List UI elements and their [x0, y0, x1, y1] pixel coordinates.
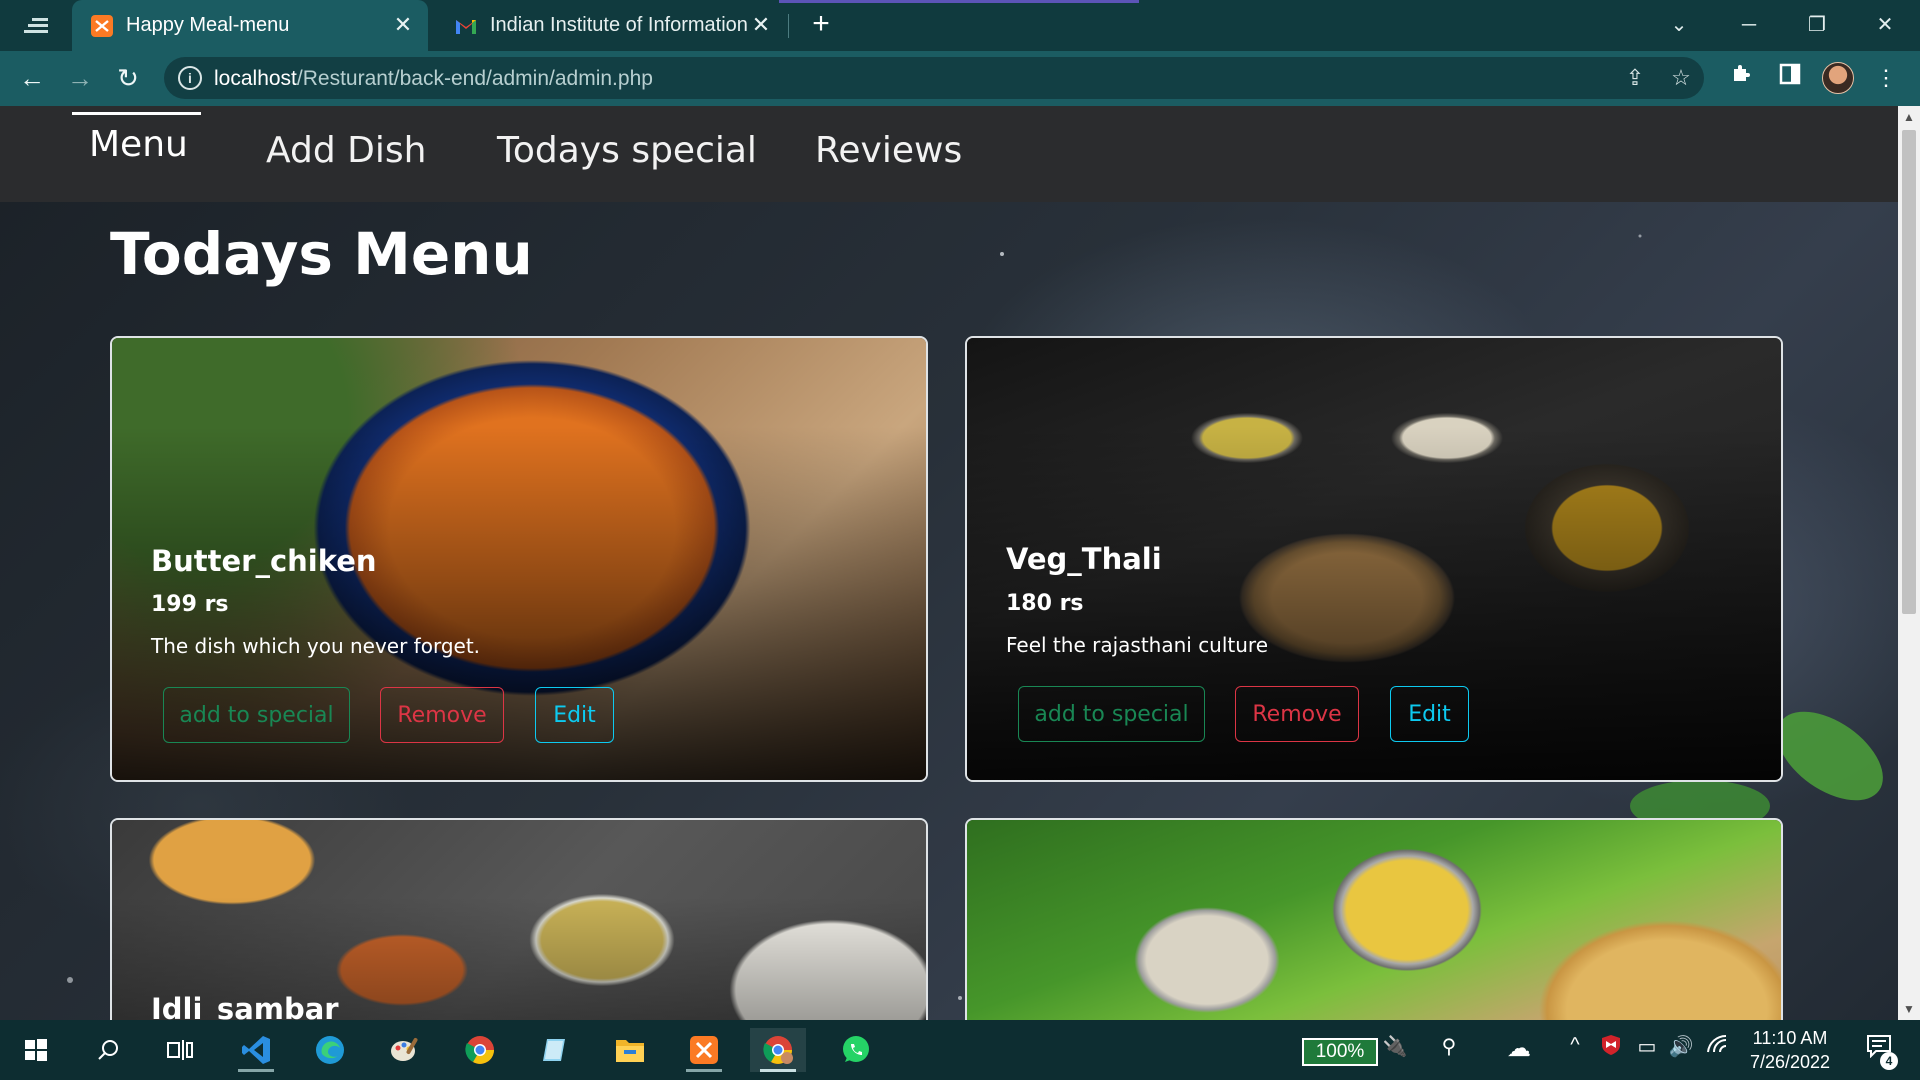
restore-icon[interactable]: ❐: [1794, 8, 1840, 42]
mcafee-icon[interactable]: [1596, 1034, 1626, 1062]
share-icon[interactable]: ⇪: [1620, 63, 1650, 93]
clock-time: 11:10 AM: [1752, 1028, 1828, 1048]
tab-list-chevron-icon[interactable]: ⌄: [1656, 8, 1702, 42]
new-tab-icon[interactable]: +: [806, 9, 836, 40]
chrome-icon[interactable]: [452, 1028, 508, 1072]
nav-add-dish[interactable]: Add Dish: [266, 130, 426, 171]
file-explorer-icon[interactable]: [602, 1028, 658, 1072]
dish-name: Butter_chiken: [151, 544, 377, 578]
task-view-icon[interactable]: [152, 1028, 208, 1072]
people-icon[interactable]: ⚲: [1434, 1034, 1464, 1059]
search-icon[interactable]: [80, 1028, 136, 1072]
edit-button[interactable]: Edit: [1390, 686, 1469, 742]
site-info-icon[interactable]: i: [178, 66, 202, 90]
tab-loading-bar: [779, 0, 1139, 3]
clock-date: 7/26/2022: [1749, 1052, 1831, 1072]
close-window-icon[interactable]: ✕: [1862, 8, 1908, 42]
xampp-icon[interactable]: [676, 1028, 732, 1072]
nav-reviews[interactable]: Reviews: [815, 130, 962, 171]
more-menu-icon[interactable]: ⋮: [1868, 60, 1904, 96]
add-to-special-button[interactable]: add to special: [1018, 686, 1205, 742]
edit-button[interactable]: Edit: [535, 687, 614, 743]
dish-description: Feel the rajasthani culture: [1006, 633, 1269, 657]
close-tab-icon[interactable]: ✕: [390, 12, 416, 38]
running-indicator: [238, 1069, 274, 1072]
add-to-special-button[interactable]: add to special: [163, 687, 350, 743]
dish-card-butter-chiken: Butter_chiken 199 rs The dish which you …: [110, 336, 928, 782]
dish-card-veg-thali: Veg_Thali 180 rs Feel the rajasthani cul…: [965, 336, 1783, 782]
browser-toolbar: ← → ↻ i localhost/Resturant/back-end/adm…: [0, 51, 1920, 106]
weather-icon[interactable]: ☁: [1504, 1034, 1534, 1063]
volume-icon[interactable]: 🔊: [1666, 1034, 1696, 1059]
back-icon[interactable]: ←: [14, 60, 50, 96]
edge-icon[interactable]: [302, 1028, 358, 1072]
dish-card-idli-sambar: Idli_sambar: [110, 818, 928, 1020]
forward-icon[interactable]: →: [62, 60, 98, 96]
system-clock[interactable]: 11:10 AM 7/26/2022: [1735, 1026, 1845, 1074]
charging-plug-icon[interactable]: 🔌: [1380, 1034, 1410, 1059]
bookmark-star-icon[interactable]: ☆: [1666, 63, 1696, 93]
battery-icon[interactable]: ▭: [1632, 1034, 1662, 1059]
dish-image: [967, 820, 1781, 1020]
browser-tab-strip: Happy Meal-menu ✕ Indian Institute of In…: [0, 0, 1920, 51]
paint-icon[interactable]: [376, 1028, 432, 1072]
tab-search-icon[interactable]: [22, 12, 62, 40]
chrome-profile-icon[interactable]: [750, 1028, 806, 1072]
tab-separator: [788, 14, 789, 38]
address-bar[interactable]: i localhost/Resturant/back-end/admin/adm…: [164, 57, 1704, 99]
wifi-icon[interactable]: [1702, 1034, 1732, 1060]
profile-avatar[interactable]: [1822, 62, 1854, 94]
nav-todays-special[interactable]: Todays special: [497, 130, 757, 171]
tab-title: Indian Institute of Information Te: [490, 14, 752, 36]
remove-button[interactable]: Remove: [1235, 686, 1359, 742]
side-panel-icon[interactable]: [1772, 60, 1808, 96]
page-viewport: Menu Add Dish Todays special Reviews Tod…: [0, 106, 1898, 1020]
image-overlay: [112, 820, 926, 1020]
show-hidden-icons-chevron-icon[interactable]: ^: [1560, 1034, 1590, 1057]
windows-icon[interactable]: [8, 1028, 64, 1072]
gmail-icon: [454, 14, 478, 38]
page-title: Todays Menu: [110, 220, 533, 288]
windows-taskbar: 100% 🔌 ⚲ ☁ ^ ▭ 🔊 11:10 AM 7/26/2022 4: [0, 1020, 1920, 1080]
whatsapp-icon[interactable]: [828, 1028, 884, 1072]
url-text[interactable]: localhost/Resturant/back-end/admin/admin…: [214, 67, 653, 91]
extensions-puzzle-icon[interactable]: [1724, 60, 1760, 96]
dish-card-4: [965, 818, 1783, 1020]
tab-happy-meal-menu[interactable]: Happy Meal-menu ✕: [72, 0, 428, 51]
dish-name: Idli_sambar: [151, 992, 339, 1020]
reload-icon[interactable]: ↻: [110, 60, 146, 96]
scroll-up-icon[interactable]: ▲: [1898, 106, 1920, 128]
nav-menu[interactable]: Menu: [89, 124, 188, 165]
running-indicator: [686, 1069, 722, 1072]
running-indicator: [760, 1069, 796, 1072]
dish-name: Veg_Thali: [1006, 542, 1162, 576]
dish-price: 199 rs: [151, 592, 229, 617]
minimize-icon[interactable]: ─: [1726, 8, 1772, 42]
notification-count-badge: 4: [1880, 1052, 1898, 1070]
remove-button[interactable]: Remove: [380, 687, 504, 743]
notification-center-icon[interactable]: 4: [1862, 1034, 1898, 1070]
active-nav-indicator: [72, 112, 201, 115]
dish-price: 180 rs: [1006, 591, 1084, 616]
xampp-icon: [90, 14, 114, 38]
notepad-icon[interactable]: [526, 1028, 582, 1072]
site-navbar: Menu Add Dish Todays special Reviews: [0, 106, 1898, 202]
tab-iiit[interactable]: Indian Institute of Information Te ✕: [436, 0, 786, 51]
scroll-down-icon[interactable]: ▼: [1898, 998, 1920, 1020]
page-scrollbar[interactable]: ▲ ▼: [1898, 106, 1920, 1020]
scrollbar-thumb[interactable]: [1902, 130, 1916, 614]
dish-description: The dish which you never forget.: [151, 634, 481, 658]
close-tab-icon[interactable]: ✕: [748, 12, 774, 38]
tab-title: Happy Meal-menu: [126, 14, 290, 36]
vscode-icon[interactable]: [228, 1028, 284, 1072]
battery-percentage[interactable]: 100%: [1302, 1038, 1378, 1066]
